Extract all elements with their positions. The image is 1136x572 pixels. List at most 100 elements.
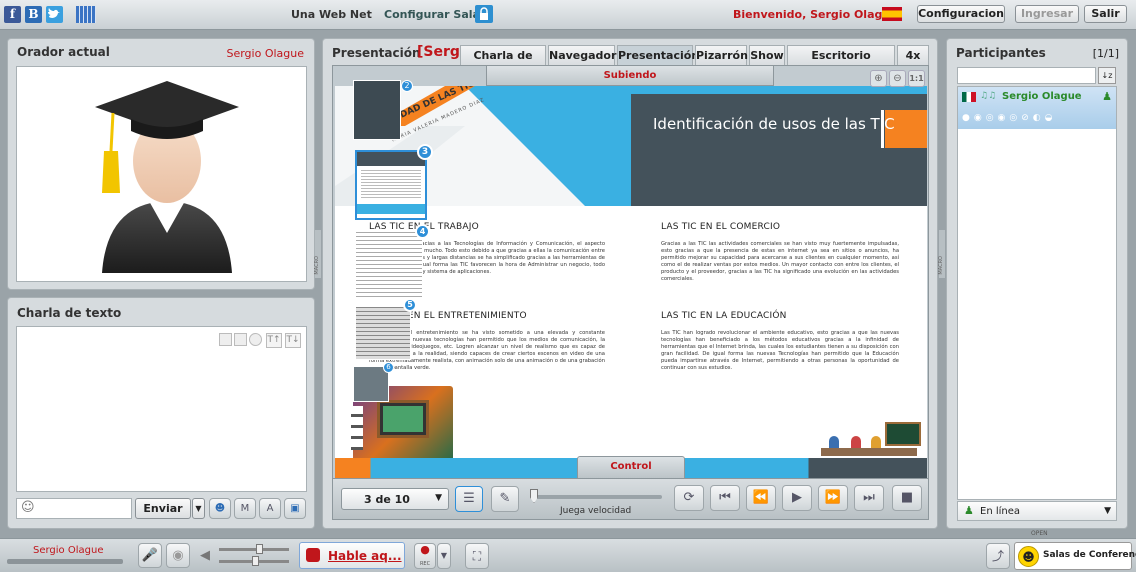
slide-thumbnail-2[interactable]	[353, 80, 401, 140]
slide-thumbnail-5[interactable]	[355, 306, 411, 360]
spain-flag-icon[interactable]	[882, 7, 902, 21]
page-selector[interactable]: 3 de 10 ▼	[341, 488, 449, 510]
twitter-icon[interactable]	[46, 6, 63, 23]
chat-input[interactable]: ☺	[16, 498, 132, 519]
smiley-logo-icon: ☻	[1018, 546, 1039, 567]
graduate-avatar-icon	[95, 81, 239, 273]
brand-text: Salas de Conferencias.com	[1043, 550, 1136, 560]
user-icon: ♟	[1102, 90, 1112, 103]
status-dropdown-icon[interactable]: ▼	[1104, 506, 1111, 516]
page-indicator: 3 de 10	[364, 493, 410, 506]
control-tab[interactable]: Control	[577, 456, 685, 478]
rec-label: REC	[419, 561, 431, 567]
left-handle-label: MACRO	[314, 256, 320, 275]
participant-name: Sergio Olague	[1002, 91, 1082, 102]
participant-search-input[interactable]	[957, 67, 1096, 84]
pencil-icon[interactable]: ✎	[491, 486, 519, 512]
speaker-volume-icon[interactable]: ◀	[200, 548, 210, 563]
record-dot-icon: ●	[420, 543, 430, 556]
logout-button[interactable]: Salir	[1084, 5, 1127, 23]
font-icon[interactable]	[234, 333, 247, 346]
stop-icon[interactable]: ■	[892, 485, 922, 511]
tab-4x[interactable]: 4x	[897, 45, 929, 65]
participant-row[interactable]: ♫♫ Sergio Olague ♟ ●◉◎◉◎⊘◐◒	[958, 87, 1116, 129]
tab-browser[interactable]: Navegador	[548, 45, 616, 65]
participant-tools-icons[interactable]: ●◉◎◉◎⊘◐◒	[962, 111, 1112, 125]
tab-show[interactable]: Show	[749, 45, 785, 65]
font-decrease-icon[interactable]: T↓	[285, 333, 301, 348]
mic-text-icon[interactable]: M	[234, 498, 256, 519]
lock-icon[interactable]	[475, 5, 493, 23]
volume-slider-top[interactable]	[219, 548, 289, 551]
speed-slider-thumb[interactable]	[530, 489, 538, 503]
fast-forward-icon[interactable]: ⏩	[818, 485, 848, 511]
zoom-out-icon[interactable]: ⊖	[889, 70, 906, 87]
uploading-indicator: Subiendo	[486, 66, 774, 86]
tab-shared-desktop[interactable]: Escritorio compa...	[787, 45, 895, 82]
bottom-bar: Sergio Olague 🎤 ◉ ◀ Hable aq... ● REC ▼ …	[0, 538, 1136, 572]
send-dropdown-icon[interactable]: ▼	[192, 498, 205, 519]
brand-logo[interactable]: ☻ Salas de Conferencias.com	[1014, 542, 1136, 570]
rewind-icon[interactable]: ⏪	[746, 485, 776, 511]
slide-thumbnail-3[interactable]	[355, 150, 427, 220]
microphone-icon[interactable]: 🎤	[138, 543, 162, 568]
speaker-panel: Orador actual Sergio Olague	[7, 38, 315, 290]
open-label: OPEN	[1031, 530, 1048, 537]
grid-icon[interactable]	[76, 6, 96, 23]
record-button[interactable]: ● REC	[414, 543, 436, 569]
slide-section-commerce-title: LAS TIC EN EL COMERCIO	[661, 222, 781, 232]
speaker-name: Sergio Olague	[226, 47, 304, 60]
refresh-icon[interactable]: ⟳	[674, 485, 704, 511]
save-chat-icon[interactable]: ▣	[284, 498, 306, 519]
config-button[interactable]: Configuracion	[917, 5, 1005, 23]
last-slide-icon[interactable]: ⏭	[854, 485, 884, 511]
fullscreen-icon[interactable]: ⛶	[465, 543, 489, 569]
first-slide-icon[interactable]: ⏮	[710, 485, 740, 511]
chat-messages-area[interactable]: T↑ T↓	[16, 326, 307, 492]
page-dropdown-icon[interactable]: ▼	[435, 493, 442, 503]
top-bar: f B Una Web Net Configurar Sala Bienveni…	[0, 0, 1136, 30]
tab-whiteboard[interactable]: Pizarrón	[695, 45, 748, 65]
welcome-text: Bienvenido, Sergio Olague	[733, 8, 898, 21]
tab-text-chat[interactable]: Charla de texto	[460, 45, 546, 82]
sort-az-icon[interactable]: ↓z	[1098, 67, 1116, 84]
play-icon[interactable]: ▶	[782, 485, 812, 511]
slide-section-education-text: Las TIC han logrado revolucionar el ambi…	[661, 330, 899, 371]
participants-panel: Participantes [1/1] ↓z ♫♫ Sergio Olague …	[946, 38, 1128, 537]
login-button[interactable]: Ingresar	[1015, 5, 1079, 23]
b-icon[interactable]: B	[25, 6, 42, 23]
status-text: En línea	[980, 506, 1021, 517]
image-icon[interactable]	[219, 333, 232, 346]
thumbnail-number-5: 5	[403, 298, 417, 312]
users-icon[interactable]: ☻	[209, 498, 231, 519]
emoticon-icon[interactable]	[249, 333, 262, 346]
status-user-icon: ♟	[964, 504, 974, 517]
speed-label: Juega velocidad	[560, 506, 632, 516]
record-dropdown-icon[interactable]: ▼	[437, 543, 451, 569]
slide-thumbnail-mini-stack[interactable]	[351, 406, 363, 450]
actual-size-icon[interactable]: 1:1	[908, 70, 925, 87]
smiley-icon[interactable]: ☺	[21, 500, 35, 515]
thumbnails-toggle-icon[interactable]: ☰	[455, 486, 483, 512]
slide-thumbnail-4[interactable]	[355, 231, 423, 299]
participants-title: Participantes	[956, 46, 1046, 60]
speaker-avatar-area	[16, 66, 307, 282]
volume-thumb-top[interactable]	[256, 544, 263, 554]
webcam-icon[interactable]: ◉	[166, 543, 190, 568]
talk-button[interactable]: Hable aq...	[299, 542, 405, 569]
send-button[interactable]: Enviar	[135, 498, 191, 519]
tab-presentation[interactable]: Presentación	[617, 45, 699, 65]
font-increase-icon[interactable]: T↑	[266, 333, 282, 348]
status-select[interactable]: ♟ En línea ▼	[957, 501, 1117, 521]
slide-banner-title: Identificación de usos de las TIC	[653, 115, 895, 133]
volume-thumb-bottom[interactable]	[252, 556, 259, 566]
thumbnail-number-3: 3	[417, 144, 433, 160]
facebook-icon[interactable]: f	[4, 6, 21, 23]
configure-room-link[interactable]: Configurar Sala	[384, 8, 480, 21]
share-icon[interactable]: ⤴	[986, 543, 1010, 569]
slide-section-commerce-text: Gracias a las TIC las actividades comerc…	[661, 241, 899, 282]
speed-slider-track[interactable]	[530, 495, 662, 499]
zoom-in-icon[interactable]: ⊕	[870, 70, 887, 87]
slide-thumbnail-6[interactable]	[353, 366, 389, 402]
text-size-icon[interactable]: A	[259, 498, 281, 519]
